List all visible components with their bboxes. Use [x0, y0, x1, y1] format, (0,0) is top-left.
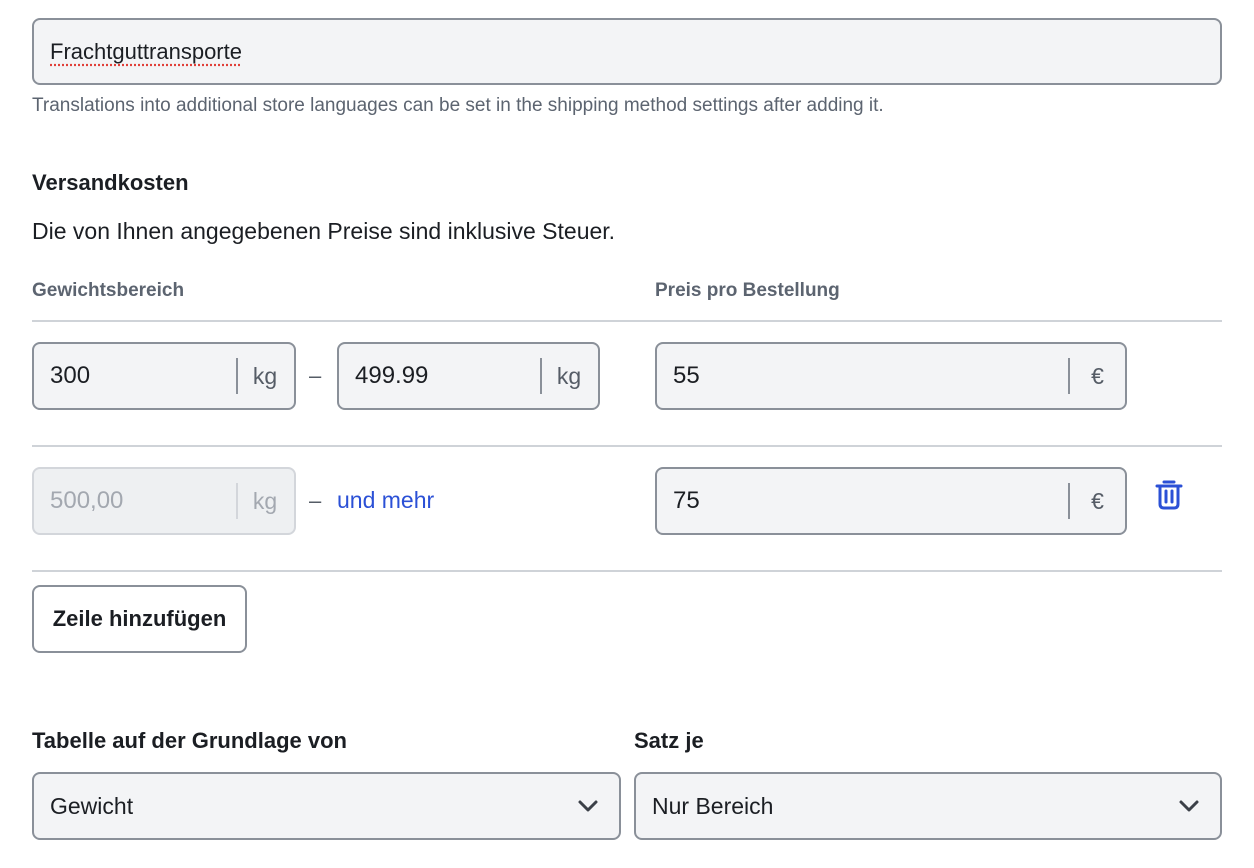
- weight-unit: kg: [252, 362, 278, 389]
- divider: [32, 445, 1222, 447]
- chevron-down-icon: [1179, 800, 1199, 812]
- column-header-weight-range: Gewichtsbereich: [32, 280, 185, 301]
- delete-row-button[interactable]: [1152, 477, 1186, 513]
- currency-symbol: €: [1091, 362, 1104, 389]
- add-row-button[interactable]: Zeile hinzufügen: [32, 585, 247, 653]
- costs-heading: Versandkosten: [32, 170, 189, 195]
- shipping-name-help-text: Translations into additional store langu…: [32, 95, 884, 116]
- weight-unit: kg: [252, 487, 278, 514]
- divider: [32, 320, 1222, 322]
- and-more-link[interactable]: und mehr: [337, 487, 434, 514]
- price-input[interactable]: 75 €: [655, 467, 1127, 535]
- weight-to-value: 499.99: [355, 362, 429, 389]
- weight-from-value: 300: [50, 362, 91, 389]
- price-value: 75: [673, 487, 700, 514]
- price-value: 55: [673, 362, 700, 389]
- trash-icon: [1155, 480, 1183, 510]
- rate-per-select[interactable]: Nur Bereich: [634, 772, 1222, 840]
- rate-per-label: Satz je: [634, 728, 704, 753]
- price-input[interactable]: 55 €: [655, 342, 1127, 410]
- weight-from-input[interactable]: 300 kg: [32, 342, 296, 410]
- chevron-down-icon: [578, 800, 598, 812]
- weight-from-input-disabled: 500,00 kg: [32, 467, 296, 535]
- rate-per-value: Nur Bereich: [652, 792, 774, 819]
- range-dash: –: [309, 363, 322, 388]
- column-header-price-per-order: Preis pro Bestellung: [655, 280, 840, 301]
- table-basis-label: Tabelle auf der Grundlage von: [32, 728, 347, 753]
- costs-tax-note: Die von Ihnen angegebenen Preise sind in…: [32, 218, 616, 244]
- currency-symbol: €: [1091, 487, 1104, 514]
- table-basis-select[interactable]: Gewicht: [32, 772, 621, 840]
- weight-from-value: 500,00: [50, 487, 124, 514]
- shipping-name-input[interactable]: Frachtguttransporte: [32, 18, 1222, 85]
- add-row-label: Zeile hinzufügen: [52, 606, 227, 631]
- weight-to-input[interactable]: 499.99 kg: [337, 342, 600, 410]
- weight-unit: kg: [556, 362, 582, 389]
- table-basis-value: Gewicht: [50, 792, 134, 819]
- divider: [32, 570, 1222, 572]
- shipping-name-value: Frachtguttransporte: [50, 38, 242, 64]
- range-dash: –: [309, 488, 322, 513]
